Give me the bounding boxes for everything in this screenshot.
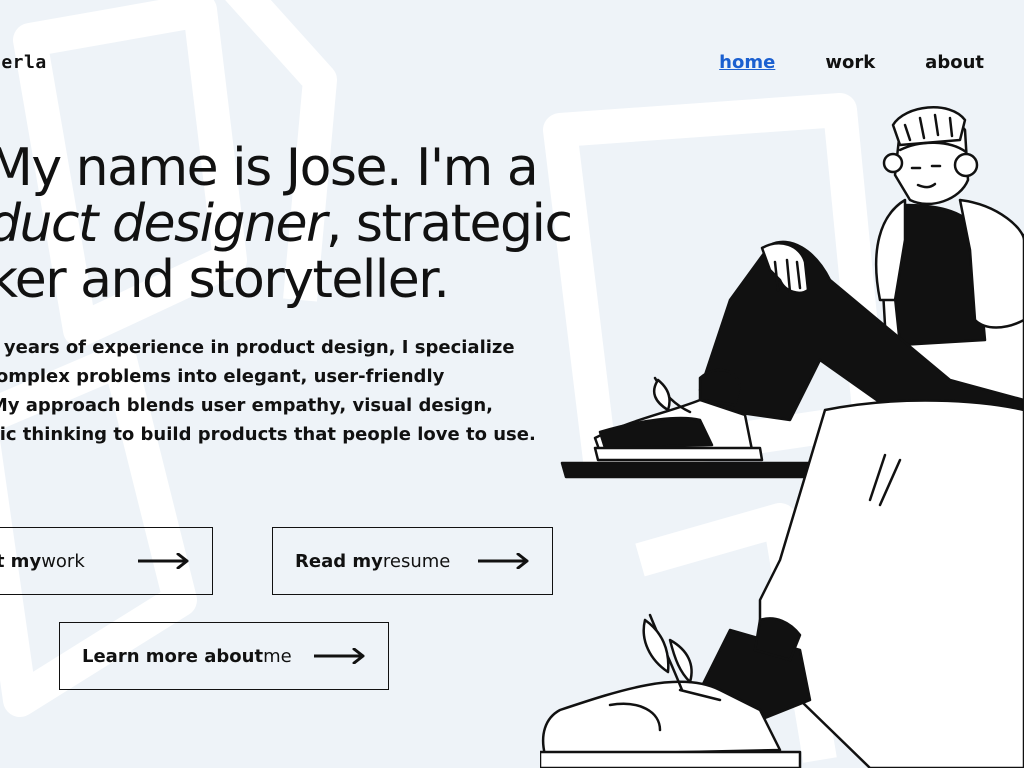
about-me-button-rest: me xyxy=(263,645,292,667)
resume-button[interactable]: Read my resume xyxy=(272,527,553,595)
nav-home-link[interactable]: home xyxy=(719,52,775,73)
resume-button-strong: Read my xyxy=(295,550,383,572)
nav-about-link[interactable]: about xyxy=(925,52,984,73)
work-button-strong: ut my xyxy=(0,550,42,572)
bio-line-4: tegic thinking to build products that pe… xyxy=(0,424,536,445)
arrow-right-icon xyxy=(138,553,189,569)
bio-line-3: s. My approach blends user empathy, visu… xyxy=(0,395,493,416)
main-nav: home work about xyxy=(719,52,984,73)
headline-line-2-rest: , strategic xyxy=(325,194,573,254)
hero-bio: h 4 years of experience in product desig… xyxy=(0,333,536,449)
bio-line-1: h 4 years of experience in product desig… xyxy=(0,337,515,358)
arrow-right-icon xyxy=(478,553,529,569)
headline-line-1: My name is Jose. I'm a xyxy=(0,138,539,198)
headline-line-3: ker and storyteller. xyxy=(0,250,450,310)
about-me-button[interactable]: Learn more about me xyxy=(59,622,389,690)
headline-emphasis: duct designer xyxy=(0,194,327,254)
site-logo[interactable]: perla xyxy=(0,52,47,73)
about-me-button-strong: Learn more about xyxy=(82,645,264,667)
work-button-rest: work xyxy=(41,550,85,572)
designer-illustration xyxy=(540,106,1024,768)
hero-headline: My name is Jose. I'm a duct designer, st… xyxy=(0,140,588,308)
work-button[interactable]: ut my work xyxy=(0,527,213,595)
headline-line-2: duct designer, strategic xyxy=(0,196,588,252)
bio-line-2: g complex problems into elegant, user-fr… xyxy=(0,366,445,387)
arrow-right-icon xyxy=(314,648,365,664)
resume-button-rest: resume xyxy=(382,550,451,572)
nav-work-link[interactable]: work xyxy=(825,52,875,73)
